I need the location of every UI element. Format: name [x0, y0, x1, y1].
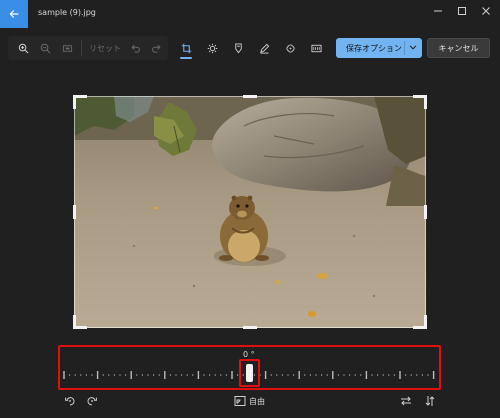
retouch-icon [285, 43, 295, 53]
crop-icon [181, 43, 191, 53]
zoom-out-icon [40, 43, 50, 53]
cancel-button[interactable]: キャンセル [427, 38, 490, 58]
flip-vertical-button[interactable] [424, 394, 436, 408]
close-button[interactable] [472, 0, 500, 22]
straighten-slider-thumb[interactable] [246, 364, 253, 382]
straighten-angle-label: 0 ° [243, 350, 255, 359]
brightness-adjust-icon [207, 43, 217, 53]
active-tool-indicator [180, 57, 192, 59]
crop-handle-left[interactable] [73, 205, 76, 219]
ground-squirrel-photo [74, 96, 426, 328]
flip-vertical-icon [425, 396, 435, 406]
markup-tool-button[interactable] [256, 36, 272, 60]
crop-handle-top[interactable] [243, 95, 257, 98]
photo-canvas[interactable] [74, 96, 426, 328]
toolbar-divider [81, 40, 82, 56]
fit-to-window-button[interactable] [58, 36, 76, 60]
save-split-divider [404, 41, 405, 55]
chevron-down-icon[interactable] [408, 42, 418, 52]
flip-horizontal-button[interactable] [400, 394, 412, 408]
background-tool-button[interactable] [308, 36, 324, 60]
flip-horizontal-icon [401, 396, 411, 406]
zoom-in-button[interactable] [14, 36, 32, 60]
retouch-tool-button[interactable] [282, 36, 298, 60]
adjust-tool-button[interactable] [204, 36, 220, 60]
markup-pen-icon [259, 43, 269, 54]
crop-handle-top-right[interactable] [424, 95, 427, 109]
close-icon [482, 7, 490, 15]
back-arrow-icon [9, 10, 19, 18]
zoom-in-icon [18, 43, 28, 53]
reset-button[interactable]: リセット [86, 36, 124, 60]
undo-icon [131, 45, 140, 53]
rotate-left-button[interactable] [64, 394, 76, 408]
zoom-out-button[interactable] [36, 36, 54, 60]
maximize-icon [458, 7, 466, 15]
rotate-left-icon [65, 397, 75, 406]
filter-tool-button[interactable] [230, 36, 246, 60]
aspect-ratio-icon [234, 396, 246, 406]
save-options-button[interactable]: 保存オプション [336, 38, 422, 58]
crop-handle-bottom-left[interactable] [73, 315, 76, 329]
undo-button[interactable] [128, 36, 144, 60]
title-bar: sample (9).jpg [0, 0, 500, 28]
window-title: sample (9).jpg [38, 8, 96, 17]
back-button[interactable] [0, 0, 28, 28]
minimize-icon [434, 10, 442, 12]
aspect-ratio-button[interactable]: 自由 [234, 394, 265, 408]
rotate-right-icon [87, 397, 97, 406]
save-options-label: 保存オプション [346, 43, 402, 53]
crop-handle-right[interactable] [424, 205, 427, 219]
cancel-label: キャンセル [438, 43, 479, 53]
crop-handle-top-left[interactable] [73, 95, 76, 109]
aspect-ratio-label: 自由 [249, 396, 265, 406]
fit-to-window-icon [62, 44, 72, 52]
redo-button[interactable] [148, 36, 164, 60]
background-blur-icon [310, 44, 322, 52]
filter-icon [234, 42, 242, 53]
reset-label: リセット [89, 43, 121, 53]
rotate-right-button[interactable] [86, 394, 98, 408]
crop-handle-bottom-right[interactable] [424, 315, 427, 329]
crop-handle-bottom[interactable] [243, 326, 257, 329]
redo-icon [152, 45, 161, 53]
